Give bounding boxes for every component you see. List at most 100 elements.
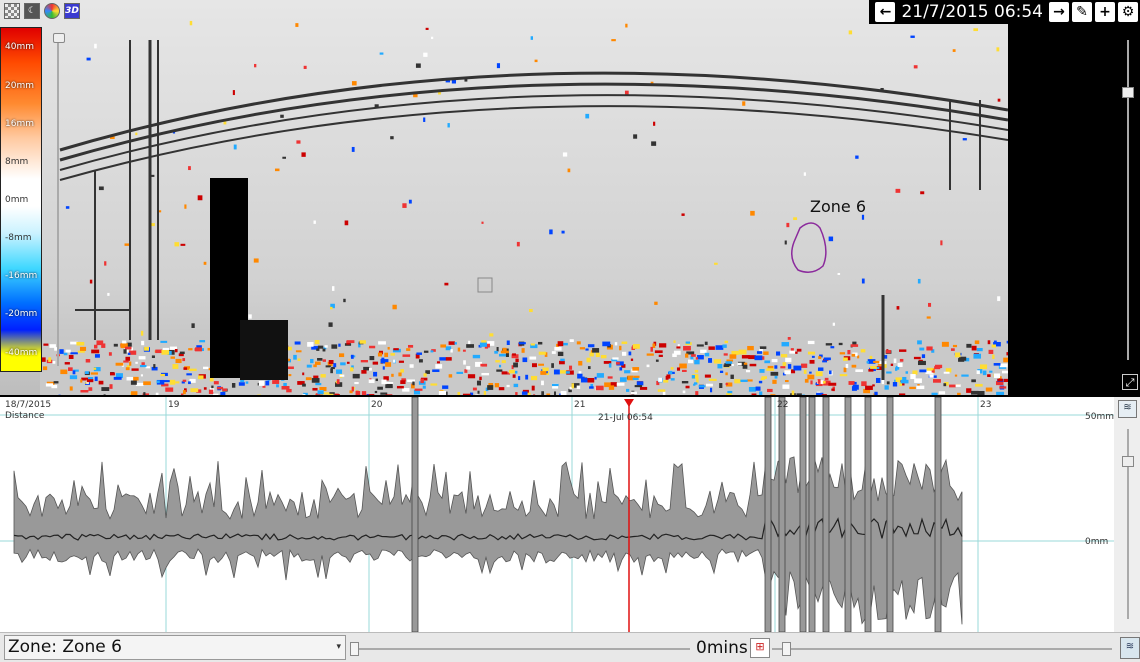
noise-pixel	[390, 353, 396, 356]
noise-pixel	[587, 344, 595, 348]
noise-pixel	[138, 356, 146, 360]
chart-settings-icon[interactable]: ≋	[1118, 400, 1137, 418]
noise-pixel	[796, 348, 802, 352]
noise-pixel	[314, 361, 321, 365]
noise-pixel	[708, 346, 715, 350]
arrow-left-icon[interactable]: ←	[875, 2, 896, 22]
noise-pixel	[151, 355, 155, 359]
noise-pixel	[810, 380, 813, 385]
noise-pixel	[824, 377, 829, 381]
noise-pixel	[873, 360, 880, 364]
noise-pixel	[600, 355, 607, 359]
grid-icon[interactable]	[4, 3, 20, 19]
plus-icon[interactable]: +	[1095, 2, 1115, 22]
cursor-label: 21-Jul 06:54	[598, 413, 653, 423]
noise-pixel	[265, 380, 270, 386]
noise-pixel	[481, 221, 484, 224]
noise-pixel	[115, 362, 124, 366]
time-slider-thumb[interactable]	[350, 642, 359, 656]
palette-icon[interactable]	[44, 3, 60, 19]
noise-pixel	[917, 340, 922, 345]
noise-pixel	[90, 372, 98, 375]
noise-pixel	[89, 279, 93, 284]
distance-chart[interactable]: 18/7/2015 19 20 21 22 23 Distance 21-Jul…	[0, 397, 1140, 632]
noise-pixel	[130, 380, 137, 385]
noise-pixel	[368, 379, 375, 384]
noise-pixel	[650, 346, 653, 352]
noise-pixel	[505, 352, 509, 358]
noise-pixel	[64, 362, 70, 365]
noise-pixel	[759, 369, 765, 373]
noise-pixel	[809, 359, 815, 364]
noise-pixel	[910, 35, 915, 38]
chart-toggle-icon[interactable]: ≋	[1120, 637, 1140, 659]
noise-pixel	[567, 168, 571, 173]
noise-pixel	[962, 138, 967, 141]
legend-slider-thumb[interactable]	[53, 33, 65, 43]
noise-pixel	[723, 364, 730, 368]
noise-pixel	[377, 386, 383, 390]
noise-pixel	[317, 358, 323, 361]
noise-pixel	[125, 356, 131, 361]
pencil-icon[interactable]: ✎	[1072, 2, 1092, 22]
noise-pixel	[787, 364, 792, 369]
noise-pixel	[705, 383, 713, 387]
radar-image-view[interactable]: ☾ 3D 40mm 20mm 16mm 8mm 0mm -8mm -16mm -…	[0, 0, 1008, 395]
3d-icon[interactable]: 3D	[64, 3, 80, 19]
gear-icon[interactable]: ⚙	[1118, 2, 1138, 22]
noise-pixel	[317, 390, 324, 395]
noise-pixel	[80, 379, 83, 383]
noise-pixel	[314, 340, 320, 345]
spike-bar	[844, 397, 852, 632]
spike-bar	[764, 397, 772, 632]
arrow-right-icon[interactable]: →	[1049, 2, 1069, 22]
noise-pixel	[988, 349, 994, 354]
noise-pixel	[709, 387, 713, 393]
noise-pixel	[980, 364, 988, 370]
noise-pixel	[751, 393, 757, 395]
noise-pixel	[742, 364, 748, 369]
noise-pixel	[506, 384, 510, 388]
noise-pixel	[695, 391, 699, 395]
noise-pixel	[681, 213, 685, 216]
noise-pixel	[336, 369, 343, 374]
zone-select[interactable]: Zone: Zone 6 ▾	[4, 635, 346, 660]
noise-pixel	[496, 369, 503, 372]
noise-pixel	[987, 374, 991, 377]
noise-pixel	[346, 340, 355, 344]
noise-pixel	[554, 346, 562, 351]
noise-pixel	[333, 363, 337, 368]
noise-pixel	[127, 342, 132, 347]
date-tick: 22	[777, 400, 789, 410]
fullscreen-icon[interactable]: ⤢	[1122, 374, 1138, 390]
noise-pixel	[914, 378, 922, 383]
interval-slider-thumb[interactable]	[782, 642, 791, 656]
noise-pixel	[156, 380, 160, 384]
noise-pixel	[589, 352, 594, 357]
range-band	[13, 456, 963, 625]
noise-pixel	[809, 371, 812, 374]
noise-pixel	[861, 381, 867, 387]
noise-pixel	[274, 168, 280, 172]
noise-pixel	[361, 370, 367, 374]
noise-pixel	[691, 375, 695, 379]
noise-pixel	[456, 371, 464, 374]
date-tick: 21	[574, 400, 586, 410]
noise-pixel	[382, 366, 385, 370]
zoom-slider-thumb[interactable]	[1122, 87, 1134, 98]
date-tick: 18/7/2015	[5, 400, 52, 410]
noise-pixel	[351, 81, 357, 86]
noise-pixel	[719, 383, 723, 389]
interval-icon[interactable]: ⊞	[750, 638, 770, 658]
noise-pixel	[310, 358, 314, 364]
noise-pixel	[466, 344, 475, 348]
noise-pixel	[855, 369, 863, 372]
noise-pixel	[530, 343, 535, 346]
moon-icon[interactable]: ☾	[24, 3, 40, 19]
noise-pixel	[422, 385, 426, 389]
noise-pixel	[161, 350, 170, 355]
noise-pixel	[80, 390, 89, 393]
noise-pixel	[42, 366, 48, 371]
chart-scale-slider-thumb[interactable]	[1122, 456, 1134, 467]
noise-pixel	[651, 141, 657, 146]
